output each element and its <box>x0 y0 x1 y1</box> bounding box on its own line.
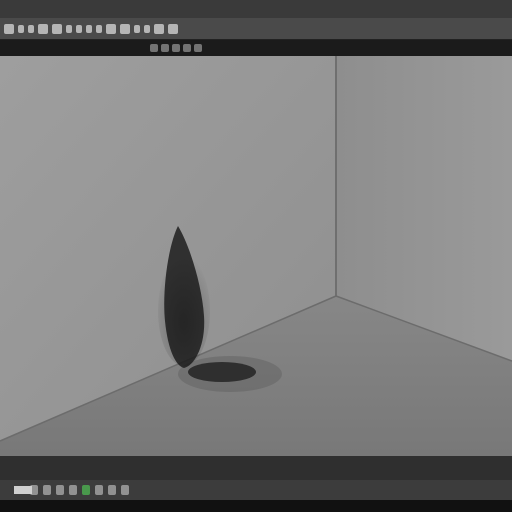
status-bar <box>0 500 512 512</box>
settings-icon[interactable] <box>168 23 178 34</box>
main-toolbar <box>0 18 512 40</box>
status-indicator <box>14 486 32 494</box>
material-icon[interactable] <box>144 24 150 33</box>
viewport-toolbar <box>0 40 512 56</box>
select-icon[interactable] <box>66 24 72 33</box>
open-icon[interactable] <box>18 24 24 33</box>
view-perspective-icon[interactable] <box>183 44 191 52</box>
view-front-icon[interactable] <box>150 44 158 52</box>
floor-shadow-soft <box>178 356 282 392</box>
timeline-toolbar <box>0 480 512 500</box>
zoom-icon[interactable] <box>194 44 202 52</box>
file-icon[interactable] <box>4 23 14 34</box>
redo-icon[interactable] <box>52 23 62 34</box>
3d-viewport[interactable] <box>0 56 512 456</box>
render-icon[interactable] <box>106 23 116 34</box>
scene-render <box>0 56 512 456</box>
timeline-icon[interactable] <box>95 485 103 495</box>
save-icon[interactable] <box>28 24 34 33</box>
undo-icon[interactable] <box>38 23 48 34</box>
title-bar <box>0 0 512 18</box>
rotate-icon[interactable] <box>86 24 92 33</box>
move-icon[interactable] <box>76 24 82 33</box>
frame-forward-icon[interactable] <box>69 485 77 495</box>
render-preview-icon[interactable] <box>121 485 129 495</box>
figure-glow <box>158 256 210 366</box>
grid-icon[interactable] <box>154 23 164 34</box>
scale-icon[interactable] <box>96 24 102 33</box>
camera-icon[interactable] <box>120 23 130 34</box>
view-top-icon[interactable] <box>161 44 169 52</box>
light-icon[interactable] <box>134 24 140 33</box>
stop-icon[interactable] <box>43 485 51 495</box>
frame-back-icon[interactable] <box>56 485 64 495</box>
view-side-icon[interactable] <box>172 44 180 52</box>
loop-icon[interactable] <box>108 485 116 495</box>
keyframe-icon[interactable] <box>82 485 90 495</box>
